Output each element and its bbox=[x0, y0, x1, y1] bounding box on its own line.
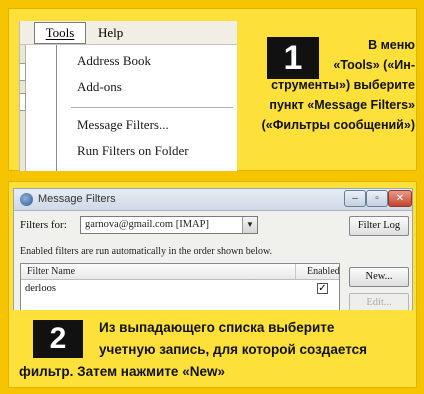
edge-control bbox=[20, 93, 26, 111]
maximize-button[interactable]: ▫ bbox=[366, 190, 388, 207]
enabled-filters-note: Enabled filters are run automatically in… bbox=[20, 246, 273, 257]
window-title: Message Filters bbox=[38, 193, 116, 205]
caption-line: «Tools» («Ин- bbox=[333, 58, 415, 72]
filters-list[interactable]: Filter Name Enabled derloos ✓ bbox=[20, 263, 340, 311]
column-filter-name[interactable]: Filter Name bbox=[27, 266, 75, 277]
caption-line: фильтр. Затем нажмите «New» bbox=[19, 364, 225, 379]
step-1-caption: В меню «Tools» («Ин- струменты») выберит… bbox=[245, 35, 415, 135]
filter-log-button[interactable]: Filter Log bbox=[349, 216, 409, 236]
caption-line: В меню bbox=[368, 38, 415, 52]
tools-dropdown: Address Book Add-ons Message Filters... … bbox=[56, 45, 237, 171]
thunderbird-icon bbox=[20, 193, 33, 206]
caption-line: («Фильтры сообщений») bbox=[261, 118, 415, 132]
menu-help[interactable]: Help bbox=[98, 23, 123, 43]
menu-bar: Tools Help bbox=[20, 21, 237, 45]
step-2-caption: 2 Из выпадающего списка выберите учетную… bbox=[13, 310, 413, 386]
step-number-2: 2 bbox=[33, 320, 83, 358]
account-select[interactable]: garnova@gmail.com [IMAP] ▼ bbox=[80, 216, 258, 234]
step-2-panel: Message Filters – ▫ ✕ Filters for: garno… bbox=[8, 181, 417, 388]
menu-item-run-filters[interactable]: Run Filters on Folder bbox=[77, 143, 189, 159]
enabled-checkbox[interactable]: ✓ bbox=[317, 283, 328, 294]
caption-line: Из выпадающего списка выберите bbox=[99, 320, 335, 335]
edge-control bbox=[20, 63, 26, 81]
chevron-down-icon[interactable]: ▼ bbox=[242, 217, 257, 233]
new-filter-button[interactable]: New... bbox=[349, 267, 409, 287]
caption-line: учетную запись, для которой создается bbox=[99, 342, 368, 357]
menu-item-addons[interactable]: Add-ons bbox=[77, 79, 122, 95]
menu-help-label: Help bbox=[98, 25, 124, 40]
menu-item-address-book[interactable]: Address Book bbox=[77, 53, 151, 69]
step-1-panel: Tools Help Address Book Add-ons Message … bbox=[8, 8, 417, 171]
window-titlebar: Message Filters – ▫ ✕ bbox=[14, 189, 412, 211]
column-enabled[interactable]: Enabled bbox=[307, 266, 340, 277]
message-filters-window: Message Filters – ▫ ✕ Filters for: garno… bbox=[13, 188, 413, 312]
menu-item-message-filters[interactable]: Message Filters... bbox=[77, 117, 169, 133]
menu-tools[interactable]: Tools bbox=[34, 22, 86, 44]
list-header: Filter Name Enabled bbox=[21, 264, 340, 280]
caption-line: струменты») выберите bbox=[271, 78, 415, 92]
minimize-button[interactable]: – bbox=[344, 190, 366, 207]
filters-for-label: Filters for: bbox=[20, 219, 67, 231]
filter-row-name[interactable]: derloos bbox=[25, 283, 56, 294]
account-select-value: garnova@gmail.com [IMAP] bbox=[85, 219, 209, 230]
close-button[interactable]: ✕ bbox=[388, 190, 412, 207]
background-window-edge bbox=[20, 45, 26, 171]
menu-tools-label: Tools bbox=[45, 25, 75, 40]
column-divider bbox=[295, 264, 296, 280]
tools-menu-screenshot: Tools Help Address Book Add-ons Message … bbox=[19, 21, 237, 171]
caption-line: пункт «Message Filters» bbox=[269, 98, 415, 112]
menu-separator bbox=[71, 107, 233, 108]
